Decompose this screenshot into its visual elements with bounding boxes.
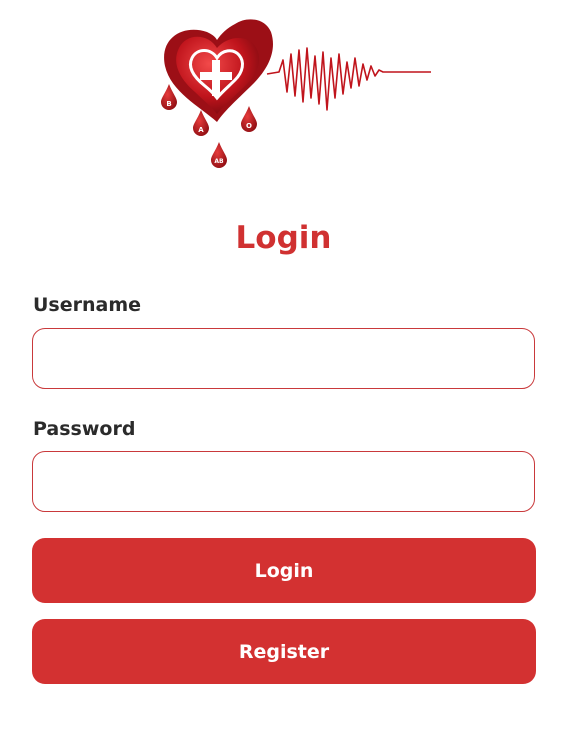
password-input[interactable]: [32, 451, 535, 512]
logo-drop-o: O: [246, 122, 252, 130]
logo-drop-a: A: [198, 126, 204, 134]
login-button[interactable]: Login: [32, 538, 536, 603]
username-input[interactable]: [32, 328, 535, 389]
logo-drop-ab: AB: [214, 158, 224, 165]
register-button[interactable]: Register: [32, 619, 536, 684]
username-label: Username: [33, 294, 142, 316]
login-title: Login: [235, 220, 332, 256]
blood-donation-heart-logo-icon: B A O AB: [161, 19, 431, 168]
password-label: Password: [33, 418, 136, 440]
logo-drop-b: B: [166, 100, 171, 108]
